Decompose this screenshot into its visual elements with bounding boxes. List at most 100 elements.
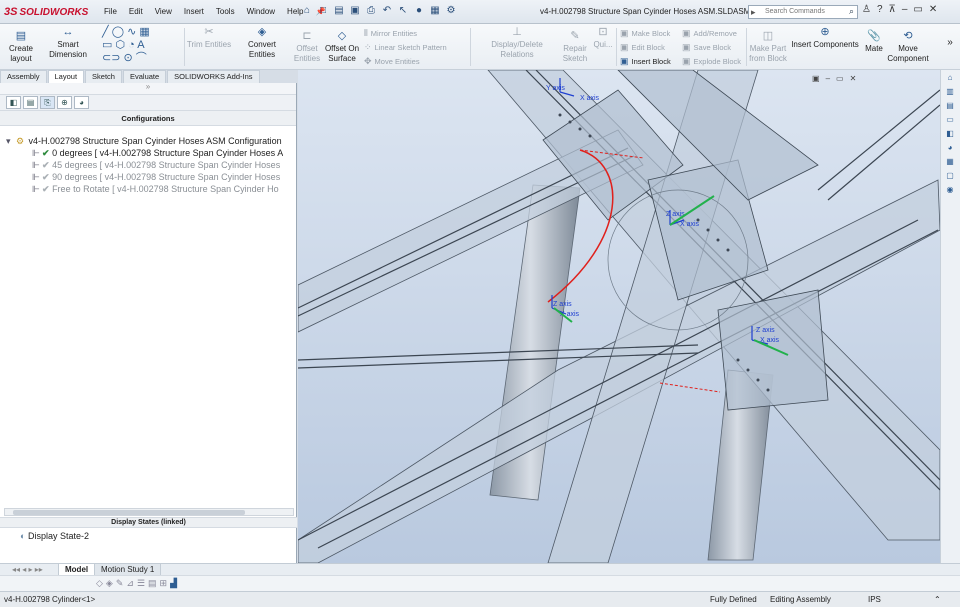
minimize-icon[interactable]: – xyxy=(902,4,908,15)
create-layout-button[interactable]: ▤ Create layout xyxy=(6,30,36,64)
explode-block-button[interactable]: ▣ Explode Block xyxy=(682,56,741,67)
menu-file[interactable]: File xyxy=(102,6,119,17)
add-remove-button[interactable]: ▣ Add/Remove xyxy=(682,28,737,39)
offset-on-surface-button[interactable]: ◇ Offset On Surface xyxy=(323,30,361,64)
horizontal-scrollbar[interactable] xyxy=(4,508,294,516)
quick-snaps-button[interactable]: ⊡ Qui... xyxy=(592,26,614,50)
solidworks-logo[interactable]: 3S SOLIDWORKS xyxy=(4,3,90,21)
property-manager-icon[interactable]: ▤ xyxy=(23,96,38,109)
offset-entities-button[interactable]: ⊏ Offset Entities xyxy=(292,30,322,64)
mate-button[interactable]: 📎 Mate xyxy=(862,30,886,54)
insert-block-button[interactable]: ▣ Insert Block xyxy=(620,56,671,67)
pattern-tool-icon[interactable]: ◈ xyxy=(106,578,113,589)
bom-icon[interactable]: ⊞ xyxy=(160,578,168,589)
circle-icon[interactable]: ◯ xyxy=(112,26,124,38)
window-restore-icon[interactable]: ▭ xyxy=(836,74,844,83)
custom-properties-icon[interactable]: ▦ xyxy=(944,156,956,168)
make-block-button[interactable]: ▣ Make Block xyxy=(620,28,670,39)
tile-icon[interactable]: ▣ xyxy=(812,74,820,83)
pen-icon[interactable]: ✎ xyxy=(116,578,124,589)
save-icon[interactable]: ▣ xyxy=(348,4,362,18)
ribbon-expand-icon[interactable]: » xyxy=(944,38,956,48)
file-properties-icon[interactable]: ▦ xyxy=(428,4,442,18)
forum-icon[interactable]: ▢ xyxy=(944,170,956,182)
options-icon[interactable]: ⚙ xyxy=(444,4,458,18)
make-part-from-block-button[interactable]: ◫ Make Part from Block xyxy=(748,30,788,64)
open-icon[interactable]: ▤ xyxy=(332,4,346,18)
grid-icon[interactable]: ▦ xyxy=(139,26,149,38)
config-root[interactable]: ▾ ⚙ v4-H.002798 Structure Span Cyinder Ho… xyxy=(6,135,282,147)
help-icon[interactable]: ? xyxy=(877,4,883,15)
tab-evaluate[interactable]: Evaluate xyxy=(122,70,167,83)
config-item[interactable]: ⊩ ✔ 45 degrees [ v4-H.002798 Structure Sp… xyxy=(32,159,280,171)
spline-icon[interactable]: ∿ xyxy=(127,26,136,38)
line-icon[interactable]: ╱ xyxy=(102,26,109,38)
menu-insert[interactable]: Insert xyxy=(182,6,206,17)
arc-icon[interactable]: ◔ xyxy=(128,39,135,51)
tab-sketch[interactable]: Sketch xyxy=(85,70,122,83)
scrollbar-thumb[interactable] xyxy=(13,510,245,515)
list-icon[interactable]: ☰ xyxy=(137,578,145,589)
new-document-icon[interactable]: □ xyxy=(316,4,330,18)
menu-tools[interactable]: Tools xyxy=(214,6,237,17)
user-icon[interactable]: ♙ xyxy=(862,4,871,15)
window-minimize-icon[interactable]: – xyxy=(826,74,830,83)
close-icon[interactable]: ✕ xyxy=(929,4,937,15)
window-close-icon[interactable]: ✕ xyxy=(850,74,857,83)
trim-entities-button[interactable]: ✂ Trim Entities xyxy=(186,26,232,50)
menu-edit[interactable]: Edit xyxy=(127,6,145,17)
configuration-manager-icon[interactable]: ⎘ xyxy=(40,96,55,109)
select-icon[interactable]: ↖ xyxy=(396,4,410,18)
menu-window[interactable]: Window xyxy=(245,6,277,17)
move-entities-button[interactable]: ✥ Move Entities xyxy=(364,56,420,67)
assembly-model-view[interactable]: Y axis X axis Z axis X axis Z axis X axi… xyxy=(298,70,940,563)
pin-toolbar-icon[interactable]: ⊼ xyxy=(889,4,896,15)
resources-icon[interactable]: ▥ xyxy=(944,86,956,98)
restore-icon[interactable]: ▭ xyxy=(913,4,922,15)
mirror-entities-button[interactable]: ⫴ Mirror Entities xyxy=(364,28,417,39)
panel-collapse-handle[interactable]: » xyxy=(0,83,296,95)
save-block-button[interactable]: ▣ Save Block xyxy=(682,42,731,53)
slot-icon[interactable]: ⊂⊃ xyxy=(102,52,120,64)
move-component-button[interactable]: ⟲ Move Component xyxy=(886,30,930,64)
config-item[interactable]: ⊩ ✔ 0 degrees [ v4-H.002798 Structure Spa… xyxy=(32,147,283,159)
graphics-area[interactable]: Y axis X axis Z axis X axis Z axis X axi… xyxy=(298,70,940,563)
table-icon[interactable]: ▤ xyxy=(148,578,157,589)
tab-assembly[interactable]: Assembly xyxy=(0,70,47,83)
repair-sketch-button[interactable]: ✎ Repair Sketch xyxy=(562,30,588,64)
config-item[interactable]: ⊩ ✔ 90 degrees [ v4-H.002798 Structure Sp… xyxy=(32,171,280,183)
edit-block-button[interactable]: ▣ Edit Block xyxy=(620,42,665,53)
appearances-icon[interactable]: ◕ xyxy=(944,142,956,154)
sketch-tool-icon[interactable]: ◇ xyxy=(96,578,103,589)
expand-arrow-icon[interactable]: ▾ xyxy=(6,135,16,147)
point-icon[interactable]: ⊙ xyxy=(124,52,133,64)
display-delete-relations-button[interactable]: ⊥ Display/Delete Relations xyxy=(474,26,560,60)
smart-dimension-button[interactable]: ↔ Smart Dimension xyxy=(38,26,98,60)
rebuild-icon[interactable]: ● xyxy=(412,4,426,18)
insert-components-button[interactable]: ⊕ Insert Components xyxy=(790,26,860,50)
convert-entities-button[interactable]: ◈ Convert Entities xyxy=(234,26,290,60)
search-commands-input[interactable]: ▸ Search Commands ⌕ xyxy=(748,5,858,19)
home-icon[interactable]: ⌂ xyxy=(300,4,314,18)
solidworks-search-icon[interactable]: ◉ xyxy=(944,184,956,196)
file-explorer-icon[interactable]: ▭ xyxy=(944,114,956,126)
polygon-icon[interactable]: ⬡ xyxy=(115,39,125,51)
linear-sketch-pattern-button[interactable]: ⁘ Linear Sketch Pattern xyxy=(364,42,447,53)
undo-icon[interactable]: ↶ xyxy=(380,4,394,18)
text-icon[interactable]: A xyxy=(137,39,144,51)
chart-icon[interactable]: ▟ xyxy=(170,578,177,589)
display-manager-icon[interactable]: ◕ xyxy=(74,96,89,109)
menu-view[interactable]: View xyxy=(153,6,174,17)
status-options-icon[interactable]: ⌃ xyxy=(934,593,941,607)
rectangle-icon[interactable]: ▭ xyxy=(102,39,112,51)
dimxpert-icon[interactable]: ⊕ xyxy=(57,96,72,109)
home-icon[interactable]: ⌂ xyxy=(944,72,956,84)
view-palette-icon[interactable]: ◧ xyxy=(944,128,956,140)
design-library-icon[interactable]: ▤ xyxy=(944,100,956,112)
layer-icon[interactable]: ⊿ xyxy=(126,578,134,589)
tab-solidworks-add-ins[interactable]: SOLIDWORKS Add-Ins xyxy=(167,70,260,83)
print-icon[interactable]: ⎙ xyxy=(364,4,378,18)
config-item[interactable]: ⊩ ✔ Free to Rotate [ v4-H.002798 Structur… xyxy=(32,183,279,195)
tab-layout[interactable]: Layout xyxy=(47,70,85,83)
fillet-icon[interactable]: ⌒ xyxy=(136,52,147,64)
